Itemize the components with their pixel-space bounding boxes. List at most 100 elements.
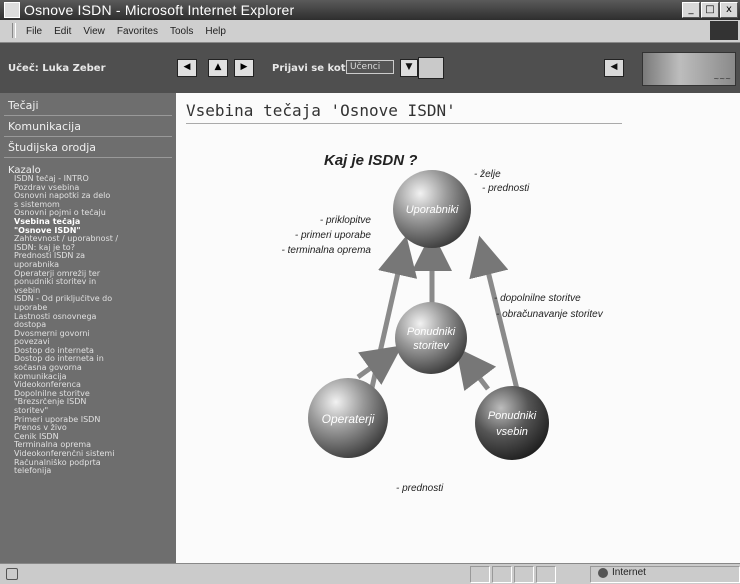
menu-tools[interactable]: Tools <box>164 26 199 37</box>
toc-item[interactable]: ISDN tečaj - INTRO <box>14 175 174 184</box>
service-providers-sphere <box>395 302 467 374</box>
toc-item[interactable]: "Brezsrčenje ISDN <box>14 398 174 407</box>
menu-bar: File Edit View Favorites Tools Help <box>0 20 740 43</box>
status-bar: Internet <box>0 563 740 584</box>
toc-item[interactable]: Pozdrav vsebina <box>14 184 174 193</box>
toc-item[interactable]: Primeri uporabe ISDN <box>14 416 174 425</box>
toc-item[interactable]: ISDN - Od priključitve do <box>14 295 174 304</box>
arrow-operators-providers <box>356 345 403 385</box>
page-title: Vsebina tečaja 'Osnove ISDN' <box>186 101 456 120</box>
switch-role-icon[interactable] <box>418 57 444 79</box>
status-cell <box>492 566 512 583</box>
menu-help[interactable]: Help <box>199 26 232 37</box>
role-dropdown-icon[interactable]: ▼ <box>400 59 418 77</box>
toc-item[interactable]: Cenik ISDN <box>14 433 174 442</box>
arrow-content-providers <box>455 347 497 392</box>
toc-item[interactable]: "Osnove ISDN" <box>14 227 174 236</box>
maximize-button[interactable]: □ <box>701 2 719 18</box>
toc-item[interactable]: vsebin <box>14 287 174 296</box>
table-of-contents: ISDN tečaj - INTRO Pozdrav vsebina Osnovni… <box>14 175 174 476</box>
label-zelje: - želje <box>474 169 501 180</box>
service-providers-label-2: storitev <box>413 340 450 352</box>
minimize-button[interactable]: _ <box>682 2 700 18</box>
toc-item[interactable]: ISDN: kaj je to? <box>14 244 174 253</box>
exit-icon[interactable]: ◀ <box>604 59 624 77</box>
toc-item[interactable]: Lastnosti osnovnega <box>14 313 174 322</box>
toc-item[interactable]: Osnovni napotki za delo <box>14 192 174 201</box>
toc-item[interactable]: telefonija <box>14 467 174 476</box>
close-button[interactable]: x <box>720 2 738 18</box>
label-obracunavanje: - obračunavanje storitev <box>496 309 604 320</box>
toc-item[interactable]: Vsebina tečaja <box>14 218 174 227</box>
menu-grip <box>12 23 16 38</box>
toc-item[interactable]: sočasna govorna <box>14 364 174 373</box>
toc-item[interactable]: Videokonferenca <box>14 381 174 390</box>
status-cell <box>470 566 490 583</box>
nav-tecaji[interactable]: Tečaji <box>8 99 39 112</box>
forward-icon[interactable]: ▶ <box>234 59 254 77</box>
toc-item[interactable]: dostopa <box>14 321 174 330</box>
toc-item[interactable]: s sistemom <box>14 201 174 210</box>
window-title: Osnove ISDN - Microsoft Internet Explore… <box>24 2 295 18</box>
status-cell <box>514 566 534 583</box>
home-icon[interactable]: ▲ <box>208 59 228 77</box>
label-priklopitve: - priklopitve <box>320 215 372 226</box>
toc-item[interactable]: Zahtevnost / uporabnost / <box>14 235 174 244</box>
nav-studijska-orodja[interactable]: Študijska orodja <box>8 141 96 154</box>
role-select[interactable]: Učenci <box>346 60 394 74</box>
users-label: Uporabniki <box>406 204 459 216</box>
globe-icon <box>598 568 608 578</box>
app-header: Učeč: Luka Zeber ◀ ▲ ▶ Prijavi se kot: U… <box>0 43 740 93</box>
title-bar: Osnove ISDN - Microsoft Internet Explore… <box>0 0 740 20</box>
back-icon[interactable]: ◀ <box>177 59 197 77</box>
nav-divider <box>4 136 172 137</box>
toc-item[interactable]: Operaterji omrežij ter <box>14 270 174 279</box>
toc-item[interactable]: komunikacija <box>14 373 174 382</box>
toc-item[interactable]: ponudniki storitev in <box>14 278 174 287</box>
content-providers-sphere <box>475 386 549 460</box>
toc-item[interactable]: povezavi <box>14 338 174 347</box>
windows-logo-icon <box>710 21 738 40</box>
content-pane: Vsebina tečaja 'Osnove ISDN' Kaj je ISDN… <box>176 93 740 563</box>
status-cell <box>536 566 556 583</box>
diagram-heading: Kaj je ISDN ? <box>324 152 417 169</box>
content-providers-label-2: vsebin <box>496 426 528 438</box>
user-label: Učeč: Luka Zeber <box>8 63 106 74</box>
menu-edit[interactable]: Edit <box>48 26 77 37</box>
toc-item[interactable]: Dopolnilne storitve <box>14 390 174 399</box>
logo-mark: ~~~ <box>713 75 731 83</box>
toc-item[interactable]: Videokonferenčni sistemi <box>14 450 174 459</box>
logo: ~~~ <box>642 52 736 86</box>
isdn-diagram: Kaj je ISDN ? Uporabniki Ponudniki stori… <box>282 152 604 494</box>
toc-item[interactable]: storitev" <box>14 407 174 416</box>
label-prednosti-bottom: - prednosti <box>396 483 444 494</box>
ie-icon <box>4 2 20 18</box>
menu-view[interactable]: View <box>77 26 111 37</box>
toc-item[interactable]: Dostop do interneta in <box>14 355 174 364</box>
toc-item[interactable]: Prednosti ISDN za <box>14 252 174 261</box>
label-prednosti-top: - prednosti <box>482 183 530 194</box>
toc-item[interactable]: uporabe <box>14 304 174 313</box>
sidebar: Tečaji Komunikacija Študijska orodja Kaz… <box>0 93 176 563</box>
nav-komunikacija[interactable]: Komunikacija <box>8 120 81 133</box>
role-label: Prijavi se kot: <box>272 63 350 74</box>
toc-item[interactable]: Terminalna oprema <box>14 441 174 450</box>
toc-item[interactable]: uporabnika <box>14 261 174 270</box>
title-divider <box>186 123 622 124</box>
nav-divider <box>4 115 172 116</box>
label-dopolnilne-storitve: - dopolnilne storitve <box>494 293 581 304</box>
toc-item[interactable]: Prenos v živo <box>14 424 174 433</box>
content-providers-label-1: Ponudniki <box>488 410 537 422</box>
label-terminalna-oprema: - terminalna oprema <box>282 245 372 256</box>
menu-file[interactable]: File <box>20 26 48 37</box>
service-providers-label-1: Ponudniki <box>407 326 456 338</box>
toc-item[interactable]: Dostop do interneta <box>14 347 174 356</box>
toc-item[interactable]: Osnovni pojmi o tečaju <box>14 209 174 218</box>
operators-label: Operaterji <box>322 412 375 426</box>
menu-favorites[interactable]: Favorites <box>111 26 164 37</box>
page-icon <box>6 568 18 580</box>
toc-item[interactable]: Dvosmerni govorni <box>14 330 174 339</box>
nav-divider <box>4 157 172 158</box>
toc-item[interactable]: Računalniško podprta <box>14 459 174 468</box>
zone-label: Internet <box>612 567 646 578</box>
